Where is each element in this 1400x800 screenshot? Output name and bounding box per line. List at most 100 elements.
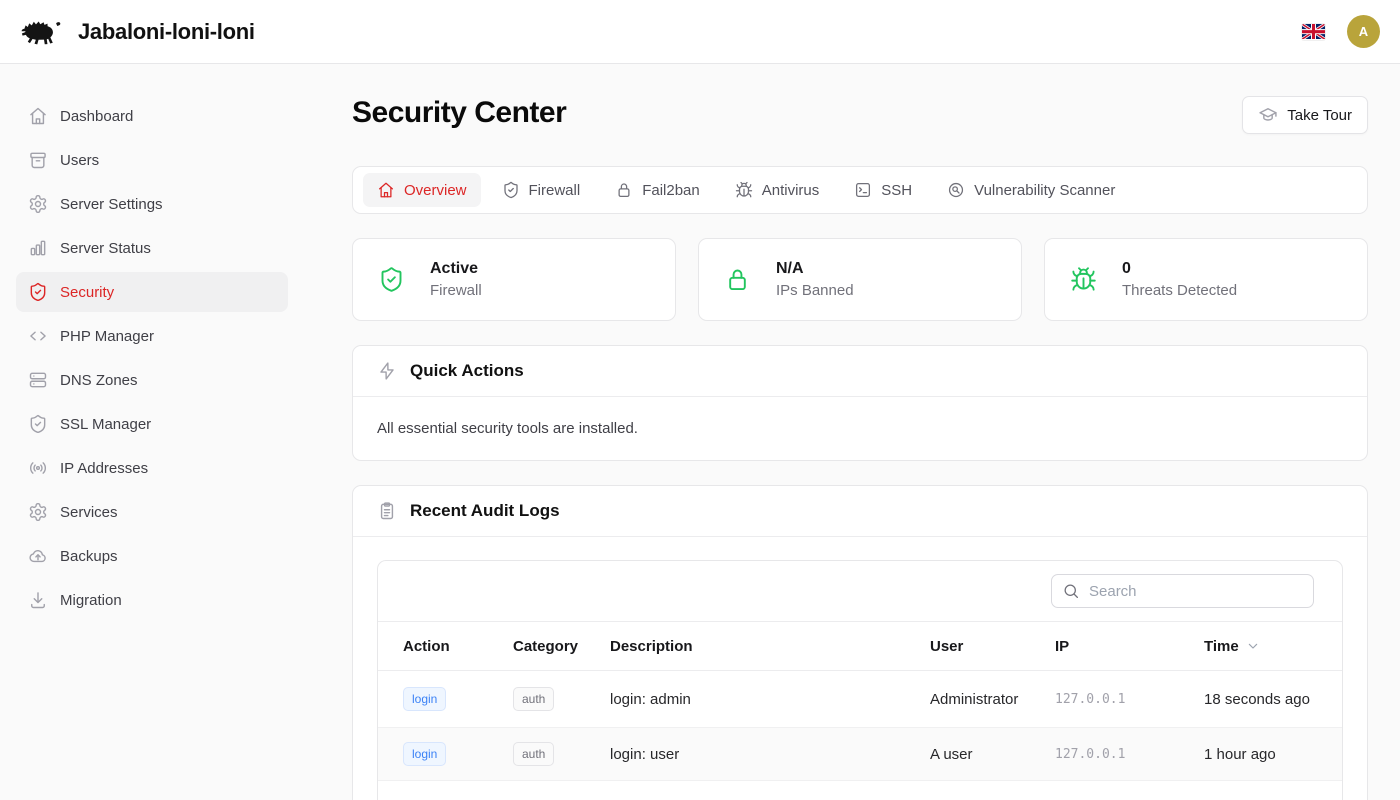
sidebar-item[interactable]: Security: [16, 272, 288, 312]
sidebar-item-label: Dashboard: [60, 108, 133, 125]
main-content: Security Center Take Tour Overview Firew…: [304, 64, 1400, 800]
lock-icon: [724, 266, 751, 293]
take-tour-label: Take Tour: [1287, 107, 1352, 124]
column-header-user[interactable]: User: [930, 638, 1055, 655]
broadcast-icon: [28, 458, 48, 478]
column-header-action[interactable]: Action: [378, 638, 513, 655]
user-cell: A user: [930, 746, 1055, 763]
clipboard-icon: [377, 501, 397, 521]
quick-actions-title: Quick Actions: [410, 361, 524, 381]
chevron-down-icon: [1245, 638, 1261, 654]
sidebar-item[interactable]: Server Settings: [16, 184, 288, 224]
brand[interactable]: Jabaloni-loni-loni: [18, 13, 255, 51]
status-card: 0 Threats Detected: [1044, 238, 1368, 321]
column-header-time[interactable]: Time: [1204, 638, 1342, 655]
status-value: N/A: [776, 260, 854, 278]
tab[interactable]: Fail2ban: [601, 173, 714, 207]
sidebar-item[interactable]: Backups: [16, 536, 288, 576]
description-cell: login: user: [610, 746, 930, 763]
users-archive-icon: [28, 150, 48, 170]
sidebar-item[interactable]: Migration: [16, 580, 288, 620]
graduation-cap-icon: [1258, 105, 1278, 125]
ip-cell: 127.0.0.1: [1055, 747, 1204, 762]
sidebar: Dashboard Users Server Settings Server S…: [0, 64, 304, 800]
status-label: Firewall: [430, 282, 482, 299]
sidebar-item[interactable]: DNS Zones: [16, 360, 288, 400]
sidebar-item-label: Services: [60, 504, 118, 521]
bar-chart-icon: [28, 238, 48, 258]
avatar[interactable]: A: [1347, 15, 1380, 48]
code-icon: [28, 326, 48, 346]
sidebar-item-label: Backups: [60, 548, 118, 565]
status-value: Active: [430, 260, 482, 278]
gear-icon: [28, 194, 48, 214]
sidebar-item-label: Server Settings: [60, 196, 163, 213]
status-label: Threats Detected: [1122, 282, 1237, 299]
column-header-description[interactable]: Description: [610, 638, 930, 655]
category-badge: auth: [513, 742, 554, 766]
sidebar-item[interactable]: PHP Manager: [16, 316, 288, 356]
take-tour-button[interactable]: Take Tour: [1242, 96, 1368, 134]
top-header: Jabaloni-loni-loni A: [0, 0, 1400, 64]
search-input[interactable]: [1089, 583, 1303, 600]
security-tabs: Overview Firewall Fail2ban Antivirus SSH…: [352, 166, 1368, 214]
ip-cell: 127.0.0.1: [1055, 692, 1204, 707]
time-cell: 1 hour ago: [1204, 746, 1342, 763]
server-stack-icon: [28, 370, 48, 390]
category-badge: auth: [513, 687, 554, 711]
table-body: login auth login: admin Administrator 12…: [378, 671, 1342, 800]
search-box: [1051, 574, 1314, 608]
bug-icon: [735, 181, 753, 199]
table-header-row: Action Category Description User IP Time: [378, 621, 1342, 671]
tab[interactable]: SSH: [840, 173, 926, 207]
sidebar-item-label: IP Addresses: [60, 460, 148, 477]
shield-check-icon: [378, 266, 405, 293]
sidebar-item-label: Server Status: [60, 240, 151, 257]
time-cell: 18 seconds ago: [1204, 691, 1342, 708]
tab-label: Fail2ban: [642, 182, 700, 199]
table-row: login auth login: user A user 127.0.0.1 …: [378, 728, 1342, 781]
status-card: Active Firewall: [352, 238, 676, 321]
home-icon: [377, 181, 395, 199]
status-cards: Active Firewall N/A IPs Banned 0 Threats…: [352, 238, 1368, 321]
sidebar-item[interactable]: Services: [16, 492, 288, 532]
tab[interactable]: Firewall: [488, 173, 595, 207]
action-badge[interactable]: login: [403, 687, 446, 711]
cloud-upload-icon: [28, 546, 48, 566]
sidebar-item[interactable]: Dashboard: [16, 96, 288, 136]
sidebar-item[interactable]: SSL Manager: [16, 404, 288, 444]
user-cell: Administrator: [930, 691, 1055, 708]
tab-label: Overview: [404, 182, 467, 199]
column-header-category[interactable]: Category: [513, 638, 610, 655]
shield-check-icon: [28, 414, 48, 434]
quick-actions-card: Quick Actions All essential security too…: [352, 345, 1368, 461]
brand-title: Jabaloni-loni-loni: [78, 19, 255, 45]
scan-search-icon: [947, 181, 965, 199]
table-row: login auth login: admin Administrator 12…: [378, 671, 1342, 728]
sidebar-item[interactable]: IP Addresses: [16, 448, 288, 488]
sidebar-item-label: DNS Zones: [60, 372, 138, 389]
sidebar-item-label: Users: [60, 152, 99, 169]
tab[interactable]: Overview: [363, 173, 481, 207]
sidebar-item[interactable]: Users: [16, 140, 288, 180]
status-label: IPs Banned: [776, 282, 854, 299]
sidebar-item-label: Migration: [60, 592, 122, 609]
shield-check-icon: [28, 282, 48, 302]
page-title: Security Center: [352, 96, 566, 130]
tab[interactable]: Antivirus: [721, 173, 834, 207]
language-flag-uk-icon[interactable]: [1302, 24, 1325, 40]
audit-logs-title: Recent Audit Logs: [410, 501, 560, 521]
sidebar-item-label: PHP Manager: [60, 328, 154, 345]
sidebar-item[interactable]: Server Status: [16, 228, 288, 268]
audit-logs-card: Recent Audit Logs Action Category Descri…: [352, 485, 1368, 800]
column-header-ip[interactable]: IP: [1055, 638, 1204, 655]
sidebar-item-label: Security: [60, 284, 114, 301]
action-badge[interactable]: login: [403, 742, 446, 766]
download-icon: [28, 590, 48, 610]
tab-label: Vulnerability Scanner: [974, 182, 1115, 199]
tab-label: SSH: [881, 182, 912, 199]
gear-icon: [28, 502, 48, 522]
tab[interactable]: Vulnerability Scanner: [933, 173, 1129, 207]
quick-actions-message: All essential security tools are install…: [377, 420, 1343, 437]
bug-icon: [1070, 266, 1097, 293]
